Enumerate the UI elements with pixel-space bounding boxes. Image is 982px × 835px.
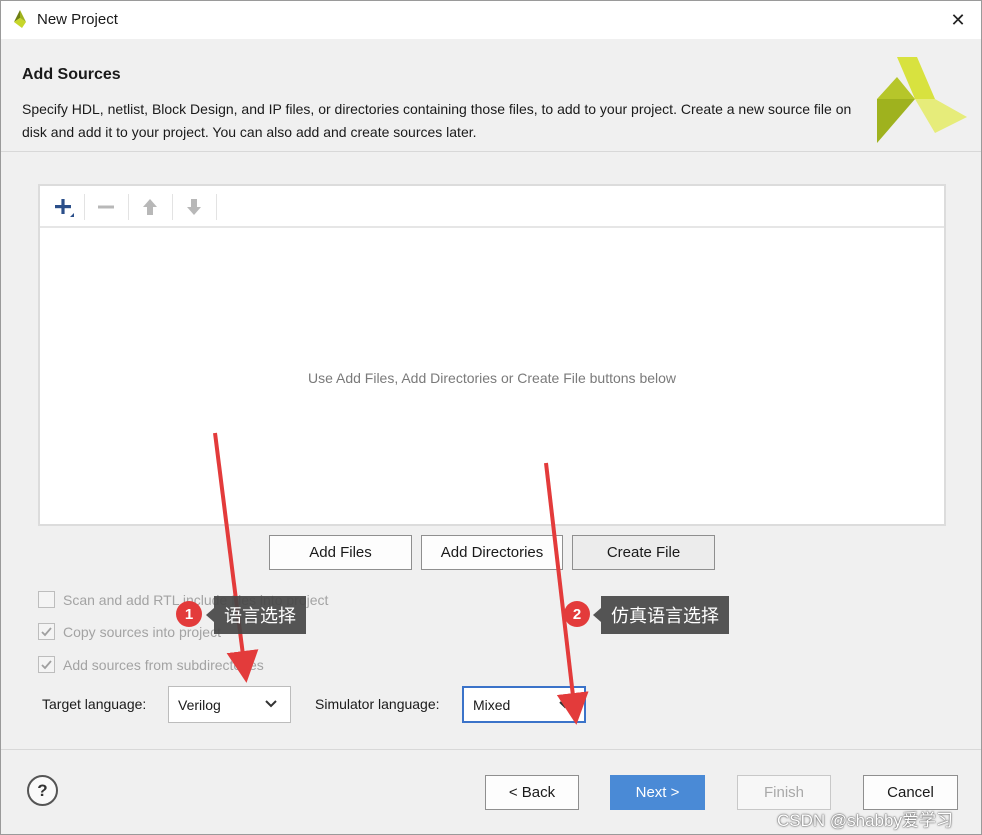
add-subdirs-checkbox[interactable] <box>38 656 55 673</box>
sources-toolbar <box>40 186 944 228</box>
vivado-app-icon <box>14 10 26 28</box>
toolbar-separator <box>128 194 129 220</box>
next-button[interactable]: Next > <box>610 775 705 810</box>
cancel-label: Cancel <box>887 784 934 801</box>
copy-sources-label: Copy sources into project <box>63 623 221 640</box>
checkmark-icon <box>41 627 52 637</box>
new-project-window: New Project ✕ Add Sources Specify HDL, n… <box>0 0 982 835</box>
add-subdirs-label: Add sources from subdirectories <box>63 656 264 673</box>
page-header: Add Sources Specify HDL, netlist, Block … <box>1 39 981 151</box>
target-language-select[interactable]: Verilog <box>168 686 291 723</box>
watermark: CSDN @shabby爱学习 <box>777 811 953 830</box>
back-button[interactable]: < Back <box>485 775 579 810</box>
close-button[interactable]: ✕ <box>935 1 981 39</box>
toolbar-separator <box>216 194 217 220</box>
empty-sources-message: Use Add Files, Add Directories or Create… <box>307 370 677 386</box>
move-up-button[interactable] <box>132 192 168 222</box>
annotation-label-1: 语言选择 <box>206 596 306 634</box>
annotation-badge-2: 2 <box>564 601 590 627</box>
help-button[interactable]: ? <box>27 775 58 806</box>
minus-icon <box>98 205 114 209</box>
add-files-label: Add Files <box>309 544 372 561</box>
target-language-label: Target language: <box>42 696 147 712</box>
toolbar-separator <box>84 194 85 220</box>
back-label: < Back <box>508 784 556 801</box>
header-divider <box>1 151 981 152</box>
annotation-badge-1: 1 <box>176 601 202 627</box>
arrow-up-icon <box>143 199 157 215</box>
page-description: Specify HDL, netlist, Block Design, and … <box>22 101 852 140</box>
simulator-language-label: Simulator language: <box>315 696 440 712</box>
create-file-label: Create File <box>606 544 681 561</box>
page-title: Add Sources <box>22 66 121 83</box>
finish-button[interactable]: Finish <box>737 775 831 810</box>
move-down-button[interactable] <box>176 192 212 222</box>
chevron-down-icon <box>559 701 571 709</box>
xilinx-logo <box>877 57 967 143</box>
sources-panel[interactable]: Use Add Files, Add Directories or Create… <box>38 184 946 526</box>
title-bar: New Project ✕ <box>1 1 981 39</box>
create-file-button[interactable]: Create File <box>572 535 715 570</box>
copy-sources-checkbox[interactable] <box>38 623 55 640</box>
checkmark-icon <box>41 660 52 670</box>
footer-divider <box>1 749 981 750</box>
cancel-button[interactable]: Cancel <box>863 775 958 810</box>
annotation-label-2: 仿真语言选择 <box>593 596 729 634</box>
remove-source-button[interactable] <box>88 192 124 222</box>
add-directories-button[interactable]: Add Directories <box>421 535 563 570</box>
add-files-button[interactable]: Add Files <box>269 535 412 570</box>
simulator-language-value: Mixed <box>473 696 511 713</box>
chevron-down-icon <box>265 700 277 708</box>
next-label: Next > <box>635 784 680 801</box>
add-directories-label: Add Directories <box>440 544 544 561</box>
simulator-language-select[interactable]: Mixed <box>462 686 586 723</box>
arrow-down-icon <box>187 199 201 215</box>
toolbar-separator <box>172 194 173 220</box>
add-subdirs-option[interactable]: Add sources from subdirectories <box>38 656 264 673</box>
help-icon: ? <box>37 780 48 800</box>
close-icon: ✕ <box>950 9 966 30</box>
add-source-button[interactable] <box>46 192 82 222</box>
window-title: New Project <box>37 11 118 28</box>
target-language-value: Verilog <box>178 696 221 713</box>
finish-label: Finish <box>763 784 804 801</box>
plus-icon <box>55 199 74 217</box>
scan-rtl-checkbox[interactable] <box>38 591 55 608</box>
